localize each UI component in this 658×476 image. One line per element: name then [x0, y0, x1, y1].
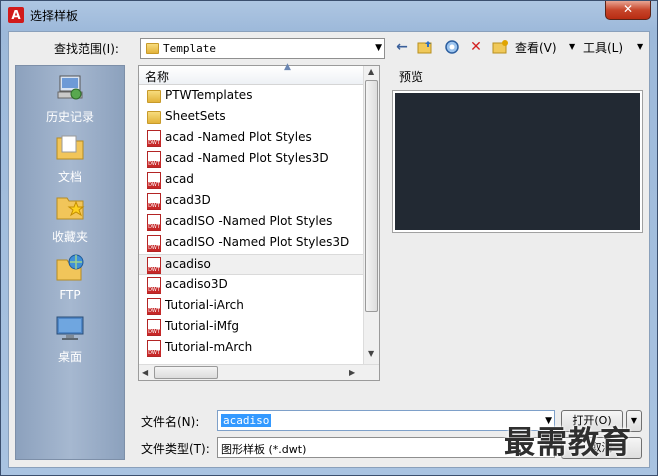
scroll-left-icon[interactable]: ◀ — [142, 368, 148, 377]
scroll-up-icon[interactable]: ▲ — [368, 67, 374, 76]
select-template-dialog: A 选择样板 ✕ 查找范围(I): Template ▼ ← ✕ 查看(V) ▼… — [0, 0, 658, 476]
file-name-value: acadiso — [221, 414, 272, 427]
folder-icon — [147, 90, 161, 103]
place-history[interactable]: 历史记录 — [16, 72, 124, 125]
favorites-icon — [56, 197, 85, 220]
column-header-name[interactable]: ▲ 名称 — [139, 62, 364, 85]
list-item-label: Tutorial-iMfg — [165, 319, 239, 333]
list-item-label: acadISO -Named Plot Styles — [165, 214, 333, 228]
tools-chevron-down-icon[interactable]: ▼ — [637, 42, 643, 60]
look-in-label: 查找范围(I): — [54, 42, 119, 56]
place-favorites[interactable]: 收藏夹 — [16, 192, 124, 245]
views-chevron-down-icon[interactable]: ▼ — [569, 42, 575, 60]
place-desktop-label: 桌面 — [57, 350, 82, 364]
views-menu[interactable]: 查看(V) — [515, 39, 557, 57]
ftp-icon — [56, 254, 84, 281]
desktop-icon — [56, 316, 84, 340]
list-item-label: acad -Named Plot Styles — [165, 130, 312, 144]
dwt-file-icon — [147, 319, 161, 336]
list-item-label: acadiso3D — [165, 277, 228, 291]
list-item[interactable]: acad -Named Plot Styles3D — [139, 149, 364, 170]
folder-icon — [146, 43, 159, 54]
list-item-label: PTWTemplates — [165, 88, 253, 102]
chevron-down-icon[interactable]: ▼ — [375, 43, 382, 53]
list-item[interactable]: acad -Named Plot Styles — [139, 128, 364, 149]
file-type-value: 图形样板 (*.dwt) — [221, 443, 307, 456]
scroll-right-icon[interactable]: ▶ — [349, 368, 355, 377]
documents-icon — [56, 135, 84, 160]
dwt-file-icon — [147, 151, 161, 168]
dwt-file-icon — [147, 172, 161, 189]
history-icon — [57, 75, 83, 100]
close-button[interactable]: ✕ — [605, 1, 651, 20]
list-item[interactable]: Tutorial-iMfg — [139, 317, 364, 338]
list-item[interactable]: Tutorial-mArch — [139, 338, 364, 359]
file-name-label: 文件名(N): — [141, 415, 200, 429]
watermark: 最需教育 — [504, 425, 632, 461]
window-title: 选择样板 — [30, 9, 79, 23]
horizontal-scrollbar[interactable]: ◀ ▶ — [139, 364, 379, 380]
list-item-label: acadiso — [165, 257, 211, 271]
preview-pane — [392, 90, 643, 233]
dwt-file-icon — [147, 298, 161, 315]
horizontal-scroll-thumb[interactable] — [154, 366, 218, 379]
list-item[interactable]: acadISO -Named Plot Styles3D — [139, 233, 364, 254]
list-item-label: Tutorial-iArch — [165, 298, 244, 312]
list-item-label: acad -Named Plot Styles3D — [165, 151, 329, 165]
list-item[interactable]: acadISO -Named Plot Styles — [139, 212, 364, 233]
sort-ascending-icon: ▲ — [284, 62, 291, 72]
scroll-down-icon[interactable]: ▼ — [368, 349, 374, 358]
folder-up-icon[interactable] — [416, 38, 434, 56]
look-in-dropdown[interactable]: Template ▼ — [140, 38, 385, 59]
place-documents[interactable]: 文档 — [16, 132, 124, 185]
column-header-name-label: 名称 — [145, 70, 170, 84]
place-favorites-label: 收藏夹 — [51, 230, 88, 244]
list-item[interactable]: SheetSets — [139, 107, 364, 128]
list-item[interactable]: PTWTemplates — [139, 86, 364, 107]
vertical-scrollbar[interactable]: ▲ ▼ — [363, 66, 379, 364]
dialog-client-area: 查找范围(I): Template ▼ ← ✕ 查看(V) ▼ 工具(L) ▼ … — [8, 31, 650, 468]
place-history-label: 历史记录 — [45, 110, 94, 124]
file-rows: PTWTemplates SheetSets acad -Named Plot St… — [139, 86, 364, 359]
place-documents-label: 文档 — [57, 170, 82, 184]
place-desktop[interactable]: 桌面 — [16, 312, 124, 365]
place-ftp[interactable]: FTP — [16, 252, 124, 302]
dwt-file-icon — [147, 235, 161, 252]
list-item-label: SheetSets — [165, 109, 226, 123]
dwt-file-icon — [147, 130, 161, 147]
dwt-file-icon — [147, 193, 161, 210]
tools-menu[interactable]: 工具(L) — [583, 39, 623, 57]
dwt-file-icon — [147, 214, 161, 231]
look-in-value: Template — [163, 42, 216, 55]
preview-image — [395, 93, 640, 230]
delete-icon[interactable]: ✕ — [467, 38, 485, 56]
file-type-label: 文件类型(T): — [141, 442, 210, 456]
search-web-icon[interactable] — [443, 38, 461, 56]
back-icon[interactable]: ← — [393, 38, 411, 56]
list-item[interactable]: Tutorial-iArch — [139, 296, 364, 317]
dwt-file-icon — [147, 257, 161, 274]
new-folder-icon[interactable] — [491, 38, 509, 56]
list-item-label: acadISO -Named Plot Styles3D — [165, 235, 350, 249]
place-ftp-label: FTP — [59, 288, 81, 302]
autocad-app-icon: A — [8, 7, 24, 23]
dwt-file-icon — [147, 340, 161, 357]
folder-icon — [147, 111, 161, 124]
preview-label: 预览 — [399, 70, 424, 84]
list-item-label: acad3D — [165, 193, 211, 207]
list-item[interactable]: acadiso3D — [139, 275, 364, 296]
dwt-file-icon — [147, 277, 161, 294]
list-item-label: acad — [165, 172, 194, 186]
list-item[interactable]: acadiso — [139, 254, 364, 275]
list-item-label: Tutorial-mArch — [165, 340, 253, 354]
places-bar: 历史记录 文档 收藏夹 FTP 桌面 — [15, 65, 125, 460]
list-item[interactable]: acad3D — [139, 191, 364, 212]
file-list[interactable]: ▲ 名称 PTWTemplates SheetSets acad -Named Pl… — [138, 62, 380, 381]
title-bar[interactable]: A 选择样板 ✕ — [1, 1, 657, 29]
vertical-scroll-thumb[interactable] — [365, 80, 378, 312]
list-item[interactable]: acad — [139, 170, 364, 191]
